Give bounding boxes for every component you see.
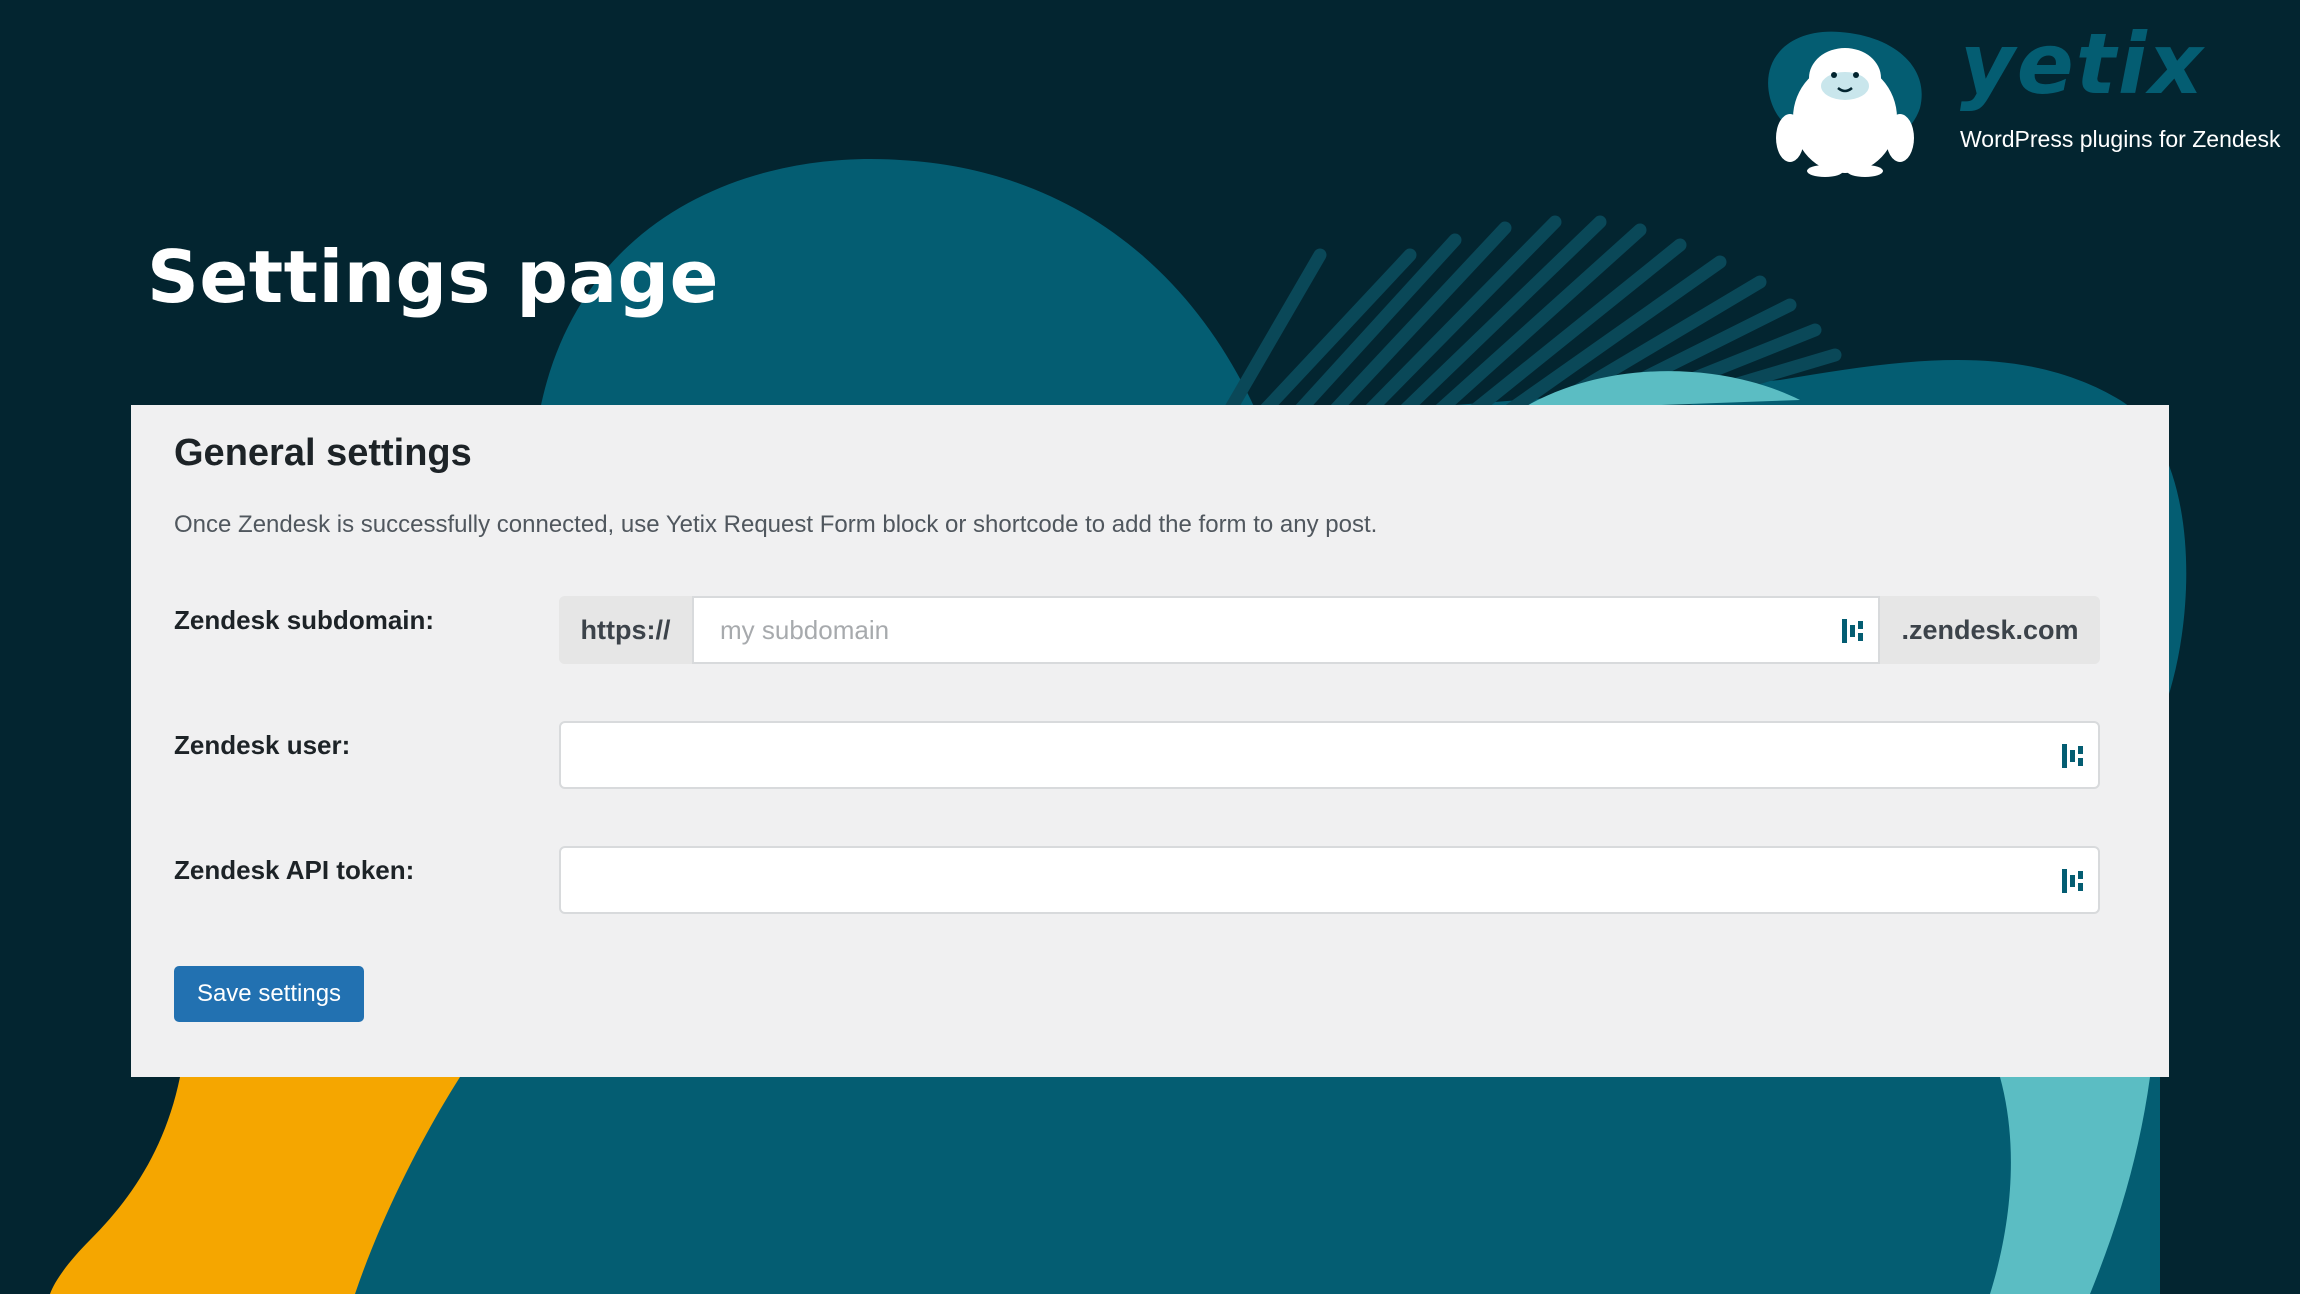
general-settings-panel: General settings Once Zendesk is success… (131, 405, 2169, 1077)
zendesk-user-field (559, 721, 2100, 789)
save-settings-button[interactable]: Save settings (174, 966, 364, 1022)
brand-wordmark: yetix (1960, 15, 2205, 113)
section-description: Once Zendesk is successfully connected, … (174, 511, 1378, 538)
zendesk-user-label: Zendesk user: (174, 730, 351, 760)
zendesk-subdomain-input[interactable] (694, 598, 1878, 662)
yeti-mascot-icon (1768, 31, 1922, 177)
zendesk-api-token-input[interactable] (561, 848, 2098, 912)
subdomain-input-wrapper (692, 596, 1880, 664)
subdomain-suffix: .zendesk.com (1880, 596, 2100, 664)
zendesk-user-input[interactable] (561, 723, 2098, 787)
password-manager-icon[interactable] (2060, 867, 2086, 895)
zendesk-api-token-label: Zendesk API token: (174, 855, 415, 885)
brand-logo: yetix WordPress plugins for Zendesk (1760, 22, 2281, 178)
page-title: Settings page (147, 235, 719, 319)
zendesk-subdomain-group: https:// .zendesk.com (559, 596, 2100, 664)
zendesk-subdomain-label: Zendesk subdomain: (174, 605, 435, 635)
password-manager-icon[interactable] (1840, 617, 1866, 645)
section-title: General settings (174, 432, 472, 474)
brand-tagline: WordPress plugins for Zendesk (1960, 126, 2281, 152)
zendesk-api-token-field (559, 846, 2100, 914)
subdomain-prefix: https:// (559, 596, 692, 664)
password-manager-icon[interactable] (2060, 742, 2086, 770)
